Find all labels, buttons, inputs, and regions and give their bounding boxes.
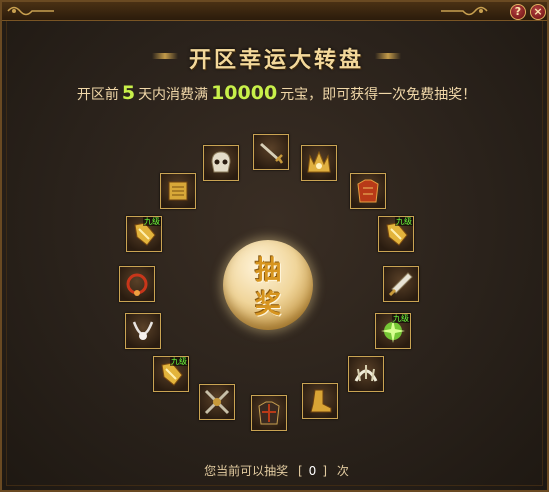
prize-slot-white-claw[interactable] xyxy=(348,356,384,392)
bracket-open: [ xyxy=(297,464,303,478)
prize-slot-gold-gauntlet[interactable]: 九级 xyxy=(378,216,414,252)
prize-slot-sword[interactable] xyxy=(253,134,289,170)
draw-count-value: 0 xyxy=(308,464,317,478)
close-button[interactable]: × xyxy=(530,4,546,20)
gold-scroll-icon xyxy=(168,181,188,201)
prize-slot-red-armor[interactable] xyxy=(350,173,386,209)
dagger-icon xyxy=(388,272,413,297)
desc-amount: 10000 xyxy=(211,82,278,104)
prize-slot-green-gem[interactable]: 九级 xyxy=(375,313,411,349)
draw-button-char-1: 抽 xyxy=(254,256,281,286)
draw-button-char-2: 奖 xyxy=(254,290,281,320)
prize-slot-dark-armor[interactable] xyxy=(251,395,287,431)
draw-count-prefix: 您当前可以抽奖 xyxy=(204,464,289,478)
red-armor-icon xyxy=(357,179,379,203)
prize-slot-silver-necklace[interactable] xyxy=(125,313,161,349)
help-button[interactable]: ? xyxy=(510,4,526,20)
title-bar: ? × xyxy=(2,2,547,21)
corner-ornament-icon xyxy=(441,6,488,16)
white-claw-icon xyxy=(354,365,378,382)
draw-button[interactable]: 抽 奖 xyxy=(223,240,313,330)
skull-helmet-icon xyxy=(211,151,231,173)
page-title: 开区幸运大转盘 xyxy=(188,47,364,73)
lucky-wheel-window: ? × 开区幸运大转盘 开区前 5 天内消费满 10000 元宝，即可获得一次免费抽奖！… xyxy=(0,0,549,492)
bracket-close: ] xyxy=(322,464,327,478)
prize-slot-gold-gauntlet[interactable]: 九级 xyxy=(126,216,162,252)
prize-slot-red-necklace[interactable] xyxy=(119,266,155,302)
prize-slot-dagger[interactable] xyxy=(383,266,419,302)
prize-slot-gold-gauntlet[interactable]: 九级 xyxy=(153,356,189,392)
dark-armor-icon xyxy=(258,401,280,425)
red-necklace-icon xyxy=(126,273,148,296)
draw-count-suffix: 次 xyxy=(336,464,349,478)
desc-prefix: 开区前 xyxy=(76,87,119,103)
desc-suffix: 元宝，即可获得一次免费抽奖！ xyxy=(280,87,477,103)
draw-count-status: 您当前可以抽奖 [0] 次 xyxy=(2,462,549,479)
event-description: 开区前 5 天内消费满 10000 元宝，即可获得一次免费抽奖！ xyxy=(2,82,549,104)
desc-middle: 天内消费满 xyxy=(138,87,209,103)
crown-helmet-icon xyxy=(307,150,331,173)
silver-necklace-icon xyxy=(132,321,154,340)
sword-icon xyxy=(260,143,284,164)
prize-slot-gold-scroll[interactable] xyxy=(160,173,196,209)
prize-slot-gold-boots[interactable] xyxy=(302,383,338,419)
prize-slot-skull-helmet[interactable] xyxy=(203,145,239,181)
gold-boots-icon xyxy=(310,389,332,413)
prize-slot-crossed-blades[interactable] xyxy=(199,384,235,420)
prize-slot-crown-helmet[interactable] xyxy=(301,145,337,181)
desc-days: 5 xyxy=(121,82,136,104)
crossed-blades-icon xyxy=(204,389,230,415)
corner-ornament-icon xyxy=(7,6,54,16)
